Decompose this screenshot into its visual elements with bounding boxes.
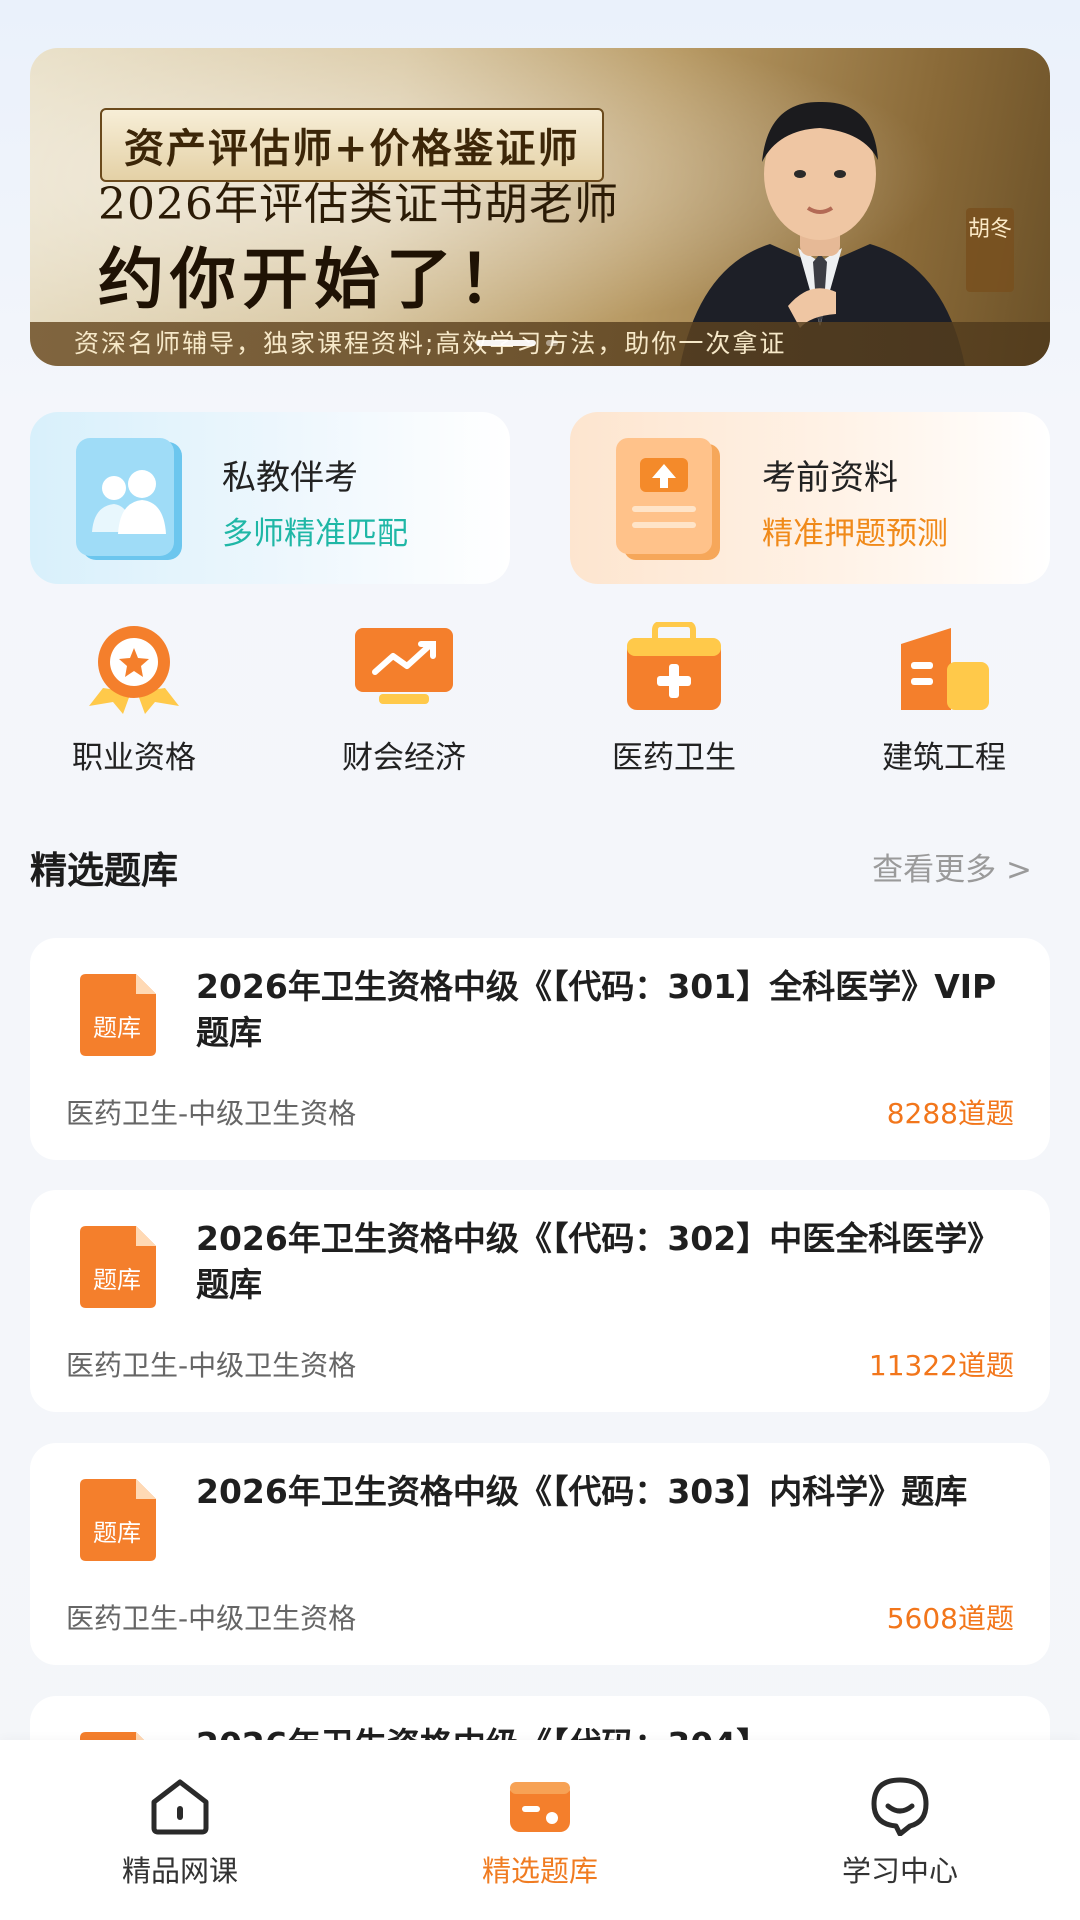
carousel-dot-active — [476, 340, 536, 346]
chart-monitor-icon — [355, 628, 453, 704]
category-grid: 职业资格 财会经济 医药卫生 建筑工程 — [0, 622, 1080, 776]
bank-title: 2026年卫生资格中级《【代码：303】内科学》题库 — [196, 1472, 968, 1511]
study-center-icon — [871, 1777, 929, 1836]
feature-subtitle: 精准押题预测 — [762, 516, 948, 552]
feature-title: 私教伴考 — [222, 458, 358, 498]
question-bank-card[interactable]: 题库 2026年卫生资格中级《【代码：301】全科医学》VIP题库 医药卫生-中… — [30, 938, 1050, 1160]
question-bank-card[interactable]: 题库 2026年卫生资格中级《【代码：303】内科学》题库 医药卫生-中级卫生资… — [30, 1443, 1050, 1665]
file-icon-label: 题库 — [93, 1266, 141, 1294]
category-label: 财会经济 — [342, 740, 466, 776]
tab-courses[interactable]: 精品网课 — [80, 1776, 280, 1890]
carousel-dot — [546, 340, 558, 346]
tab-study-center[interactable]: 学习中心 — [800, 1776, 1000, 1890]
category-professional[interactable]: 职业资格 — [34, 622, 234, 777]
banner-headline: 2026年评估类证书胡老师 — [98, 179, 619, 230]
category-construction[interactable]: 建筑工程 — [844, 622, 1044, 777]
category-label: 建筑工程 — [882, 740, 1006, 776]
tab-label: 精选题库 — [481, 1854, 598, 1888]
bank-title: 2026年卫生资格中级《【代码：302】中医全科医学》题库 — [196, 1219, 1001, 1304]
tab-label: 学习中心 — [841, 1854, 958, 1888]
teacher-photo — [680, 101, 965, 366]
category-label: 医药卫生 — [612, 740, 736, 776]
view-more-link[interactable]: 查看更多 > — [872, 844, 1032, 889]
bank-category: 医药卫生-中级卫生资格 — [66, 1349, 357, 1382]
feature-subtitle: 多师精准匹配 — [222, 516, 408, 552]
app-screen: 资产评估师+价格鉴证师 2026年评估类证书胡老师 约你开始了！ 胡冬 资深名师… — [0, 0, 1080, 1920]
building-icon — [901, 628, 989, 710]
category-medical[interactable]: 医药卫生 — [574, 622, 774, 777]
home-icon — [151, 1779, 209, 1835]
carousel-indicator — [476, 340, 558, 346]
bottom-tab-bar: 精品网课 精选题库 学习中心 — [0, 1740, 1080, 1920]
feature-card-materials[interactable]: 考前资料 精准押题预测 — [570, 412, 1050, 584]
banner-slogan: 约你开始了！ — [98, 240, 530, 318]
category-finance[interactable]: 财会经济 — [304, 622, 504, 777]
question-bank-card[interactable]: 题库 2026年卫生资格中级《【代码：302】中医全科医学》题库 医药卫生-中级… — [30, 1190, 1050, 1412]
feature-card-tutor[interactable]: 私教伴考 多师精准匹配 — [30, 412, 510, 584]
section-title: 精选题库 — [30, 849, 178, 892]
promo-banner[interactable]: 资产评估师+价格鉴证师 2026年评估类证书胡老师 约你开始了！ 胡冬 资深名师… — [30, 48, 1050, 366]
feature-title: 考前资料 — [762, 458, 898, 498]
tab-question-bank[interactable]: 精选题库 — [440, 1776, 640, 1890]
file-icon-label: 题库 — [93, 1519, 141, 1547]
tutor-icon — [76, 438, 182, 560]
bank-category: 医药卫生-中级卫生资格 — [66, 1097, 357, 1130]
bank-question-count: 11322道题 — [868, 1349, 1014, 1382]
question-bank-icon — [510, 1782, 570, 1832]
bank-category: 医药卫生-中级卫生资格 — [66, 1602, 357, 1635]
bank-question-count: 8288道题 — [886, 1097, 1014, 1130]
tab-label: 精品网课 — [121, 1854, 238, 1888]
medical-kit-icon — [627, 622, 721, 710]
bank-title: 2026年卫生资格中级《【代码：301】全科医学》VIP题库 — [196, 967, 997, 1052]
category-label: 职业资格 — [72, 740, 196, 776]
teacher-name-tag: 胡冬 — [966, 208, 1014, 292]
medal-icon — [89, 626, 179, 714]
materials-icon — [616, 438, 720, 560]
bank-question-count: 5608道题 — [886, 1602, 1014, 1635]
file-icon-label: 题库 — [93, 1014, 141, 1042]
